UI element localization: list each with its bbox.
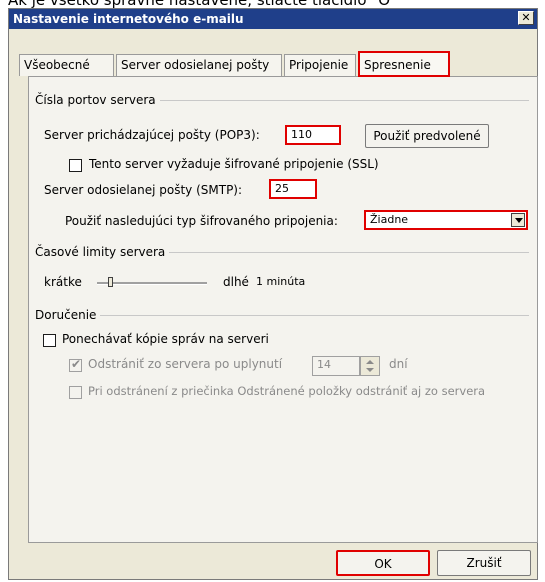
ports-group-label: Čísla portov servera — [35, 93, 160, 107]
tab-connection[interactable]: Pripojenie — [284, 54, 356, 76]
incoming-port-value: 110 — [291, 128, 312, 141]
keep-copy-checkbox[interactable] — [43, 334, 56, 347]
days-field[interactable]: 14 — [312, 356, 360, 376]
outgoing-server-label: Server odosielanej pošty (SMTP): — [44, 183, 243, 197]
remove-after-label: Odstrániť zo servera po uplynutí — [88, 357, 283, 371]
ssl-checkbox-label: Tento server vyžaduje šifrované pripojen… — [89, 157, 379, 171]
days-value: 14 — [317, 358, 331, 371]
days-spinner[interactable] — [360, 356, 380, 376]
outgoing-port-field[interactable]: 25 — [269, 179, 317, 199]
incoming-port-field[interactable]: 110 — [285, 125, 341, 145]
tab-outgoing-server-label: Server odosielanej pošty — [121, 58, 270, 72]
outgoing-port-value: 25 — [275, 182, 289, 195]
keep-copy-label: Ponechávať kópie správ na serveri — [62, 332, 269, 346]
incoming-server-label: Server prichádzajúcej pošty (POP3): — [44, 128, 260, 142]
tab-outgoing-server[interactable]: Server odosielanej pošty — [116, 54, 282, 76]
cancel-button-label: Zrušiť — [466, 556, 502, 570]
chevron-down-icon[interactable] — [511, 213, 525, 227]
checkmark-icon: ✔ — [71, 357, 82, 371]
delivery-group-label: Doručenie — [35, 308, 101, 322]
timeouts-group-label: Časové limity servera — [35, 245, 170, 259]
close-icon: ✕ — [521, 11, 531, 24]
delivery-group-divider — [35, 315, 529, 316]
tab-general[interactable]: Všeobecné — [19, 54, 114, 76]
ssl-checkbox[interactable] — [69, 159, 82, 172]
dialog-title: Nastavenie internetového e-mailu ✕ — [9, 9, 537, 29]
timeout-slider-track[interactable] — [97, 282, 207, 285]
spin-down-icon[interactable] — [366, 368, 374, 372]
use-defaults-button[interactable]: Použiť predvolené — [365, 124, 489, 148]
dialog-title-text: Nastavenie internetového e-mailu — [13, 12, 244, 26]
timeout-value: 1 minúta — [256, 275, 306, 288]
timeout-long-label: dlhé — [223, 275, 249, 289]
encryption-type-value: Žiadne — [370, 213, 409, 226]
use-defaults-label: Použiť predvolené — [373, 129, 481, 143]
tab-advanced[interactable]: Spresnenie — [358, 51, 450, 77]
tab-connection-label: Pripojenie — [289, 58, 349, 72]
remove-after-checkbox[interactable]: ✔ — [69, 357, 82, 372]
tab-advanced-label: Spresnenie — [364, 58, 431, 72]
close-button[interactable]: ✕ — [518, 11, 534, 25]
remove-deleted-label: Pri odstránení z priečinka Odstránené po… — [88, 384, 486, 398]
email-settings-dialog: Nastavenie internetového e-mailu ✕ Všeob… — [8, 8, 538, 580]
spin-up-icon[interactable] — [366, 360, 374, 364]
tab-general-label: Všeobecné — [24, 58, 90, 72]
encryption-type-label: Použiť nasledujúci typ šifrovaného pripo… — [65, 214, 338, 228]
ok-button[interactable]: OK — [336, 550, 430, 576]
advanced-tab-panel: Čísla portov servera Server prichádzajúc… — [28, 76, 538, 543]
cancel-button[interactable]: Zrušiť — [437, 550, 531, 576]
days-unit-label: dní — [389, 357, 408, 371]
timeout-short-label: krátke — [44, 275, 82, 289]
remove-deleted-checkbox[interactable] — [69, 386, 82, 399]
encryption-type-select[interactable]: Žiadne — [364, 210, 528, 230]
timeout-slider-handle[interactable] — [108, 277, 113, 287]
ok-button-label: OK — [374, 557, 392, 571]
